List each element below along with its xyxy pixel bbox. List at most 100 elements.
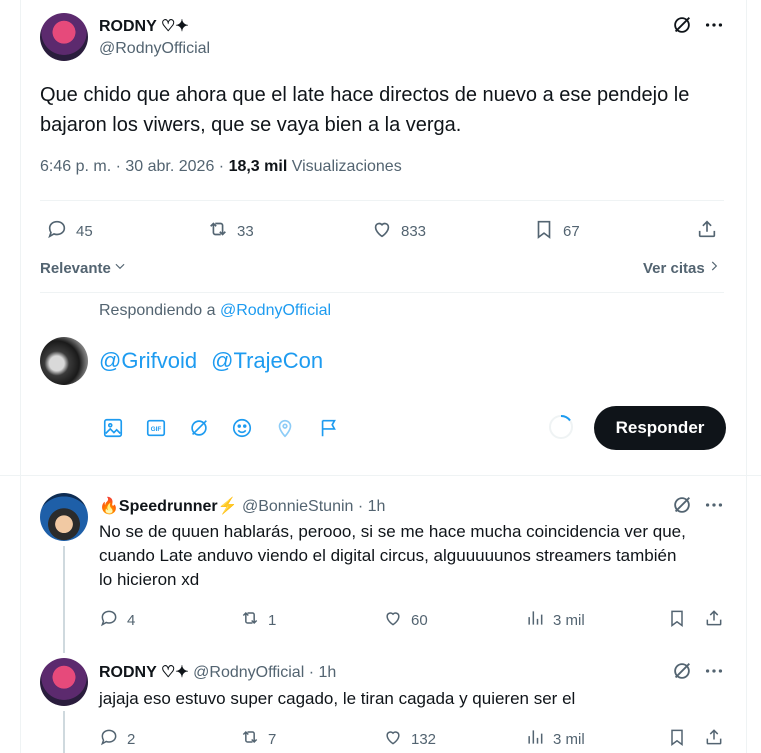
reply-avatar[interactable] xyxy=(40,493,88,541)
emoji-icon[interactable] xyxy=(231,417,253,444)
retweet-count: 1 xyxy=(268,611,277,629)
bookmark-button[interactable]: 67 xyxy=(533,218,580,244)
divider xyxy=(40,200,724,201)
grok-icon[interactable] xyxy=(671,14,693,36)
reply-count: 4 xyxy=(127,611,136,629)
reply-button[interactable]: 45 xyxy=(46,218,93,244)
chevron-right-icon xyxy=(707,259,721,277)
more-icon[interactable] xyxy=(703,14,725,36)
views-count: 3 mil xyxy=(553,611,585,629)
mention-grifvoid[interactable]: @Grifvoid xyxy=(99,348,197,380)
retweet-icon xyxy=(240,727,260,751)
replying-to-prefix: Respondiendo a xyxy=(99,302,220,319)
reply-icon xyxy=(99,608,119,632)
share-icon xyxy=(704,727,724,751)
share-button[interactable] xyxy=(696,218,718,244)
grok-icon[interactable] xyxy=(671,660,693,687)
reply-author-handle[interactable]: @BonnieStunin xyxy=(242,498,353,515)
reply-icon xyxy=(46,218,68,244)
view-quotes-link[interactable]: Ver citas xyxy=(643,259,721,277)
reply-header: RODNY ♡✦ @RodnyOfficial · 1h xyxy=(99,662,336,682)
like-button[interactable]: 132 xyxy=(383,727,436,751)
reply-header: 🔥Speedrunner⚡ @BonnieStunin · 1h xyxy=(99,496,385,516)
reply-submit-button[interactable]: Responder xyxy=(594,406,726,450)
reply-count: 45 xyxy=(76,222,93,240)
reply-time[interactable]: · 1h xyxy=(353,498,386,515)
reply-count: 2 xyxy=(127,730,136,748)
retweet-icon xyxy=(207,218,229,244)
like-count: 60 xyxy=(411,611,428,629)
views-count: 18,3 mil xyxy=(228,158,288,175)
view-quotes-label: Ver citas xyxy=(643,259,705,277)
tweet-text-line-2: bajaron los viwers, que se vaya bien a l… xyxy=(40,114,462,136)
like-icon xyxy=(383,608,403,632)
divider xyxy=(40,292,724,293)
lightning-icon: ⚡ xyxy=(217,498,238,515)
reply-input[interactable]: @Grifvoid @TrajeCon xyxy=(99,348,579,380)
tweet-timestamp[interactable]: 6:46 p. m. · 30 abr. 2026 · xyxy=(40,158,229,175)
mention-trajecon[interactable]: @TrajeCon xyxy=(211,348,323,380)
share-button[interactable] xyxy=(704,727,724,751)
bookmark-icon xyxy=(667,727,687,751)
chevron-down-icon xyxy=(113,259,127,277)
views-icon xyxy=(525,608,545,632)
bookmark-icon xyxy=(667,608,687,632)
reply-text-line-1: jajaja eso estuvo super cagado, le tiran… xyxy=(99,689,576,708)
char-count-ring xyxy=(548,414,574,440)
reply-icon xyxy=(99,727,119,751)
retweet-count: 33 xyxy=(237,222,254,240)
views-button[interactable]: 3 mil xyxy=(525,608,585,632)
section-divider xyxy=(0,475,761,476)
gif-icon[interactable]: GIF xyxy=(145,417,167,444)
sort-label: Relevante xyxy=(40,259,111,277)
like-icon xyxy=(383,727,403,751)
grok-icon[interactable] xyxy=(188,417,210,444)
bookmark-button[interactable] xyxy=(667,608,687,632)
reply-button[interactable]: 2 xyxy=(99,727,135,751)
views-label: Visualizaciones xyxy=(287,158,402,175)
more-icon[interactable] xyxy=(703,494,725,521)
author-handle[interactable]: @RodnyOfficial xyxy=(99,40,210,58)
reply-button[interactable]: 4 xyxy=(99,608,135,632)
like-button[interactable]: 60 xyxy=(383,608,428,632)
retweet-button[interactable]: 7 xyxy=(240,727,276,751)
grok-icon[interactable] xyxy=(671,494,693,521)
sort-dropdown[interactable]: Relevante xyxy=(40,259,127,277)
thread-line xyxy=(63,711,65,753)
tweet-text-line-1: Que chido que ahora que el late hace dir… xyxy=(40,84,690,106)
views-button[interactable]: 3 mil xyxy=(525,727,585,751)
flag-icon[interactable] xyxy=(318,417,340,444)
author-avatar[interactable] xyxy=(40,13,88,61)
thread-line xyxy=(63,546,65,653)
author-name[interactable]: RODNY ♡✦ xyxy=(99,16,189,36)
share-icon xyxy=(704,608,724,632)
image-icon[interactable] xyxy=(102,417,124,444)
views-count: 3 mil xyxy=(553,730,585,748)
like-button[interactable]: 833 xyxy=(371,218,426,244)
more-icon[interactable] xyxy=(703,660,725,687)
reply-author-name[interactable]: Speedrunner xyxy=(119,498,218,515)
reply-time[interactable]: · 1h xyxy=(304,664,337,681)
retweet-count: 7 xyxy=(268,730,277,748)
like-count: 833 xyxy=(401,222,427,240)
reply-text-line-3: lo hicieron xd xyxy=(99,570,200,589)
views-icon xyxy=(525,727,545,751)
reply-text-line-2: cuando Late anduvo viendo el digital cir… xyxy=(99,546,677,565)
bookmark-icon xyxy=(533,218,555,244)
reply-avatar[interactable] xyxy=(40,658,88,706)
reply-text-line-1: No se de quuen hablarás, perooo, si se m… xyxy=(99,522,686,541)
reply-author-name[interactable]: RODNY ♡✦ xyxy=(99,664,189,681)
tweet-meta: 6:46 p. m. · 30 abr. 2026 · 18,3 mil Vis… xyxy=(40,158,402,176)
replying-to-handle[interactable]: @RodnyOfficial xyxy=(220,302,331,319)
like-count: 132 xyxy=(411,730,437,748)
like-icon xyxy=(371,218,393,244)
retweet-button[interactable]: 1 xyxy=(240,608,276,632)
user-avatar[interactable] xyxy=(40,337,88,385)
reply-author-handle[interactable]: @RodnyOfficial xyxy=(193,664,304,681)
retweet-icon xyxy=(240,608,260,632)
location-icon[interactable] xyxy=(274,417,296,444)
bookmark-button[interactable] xyxy=(667,727,687,751)
share-button[interactable] xyxy=(704,608,724,632)
retweet-button[interactable]: 33 xyxy=(207,218,254,244)
fire-icon: 🔥 xyxy=(99,498,119,515)
